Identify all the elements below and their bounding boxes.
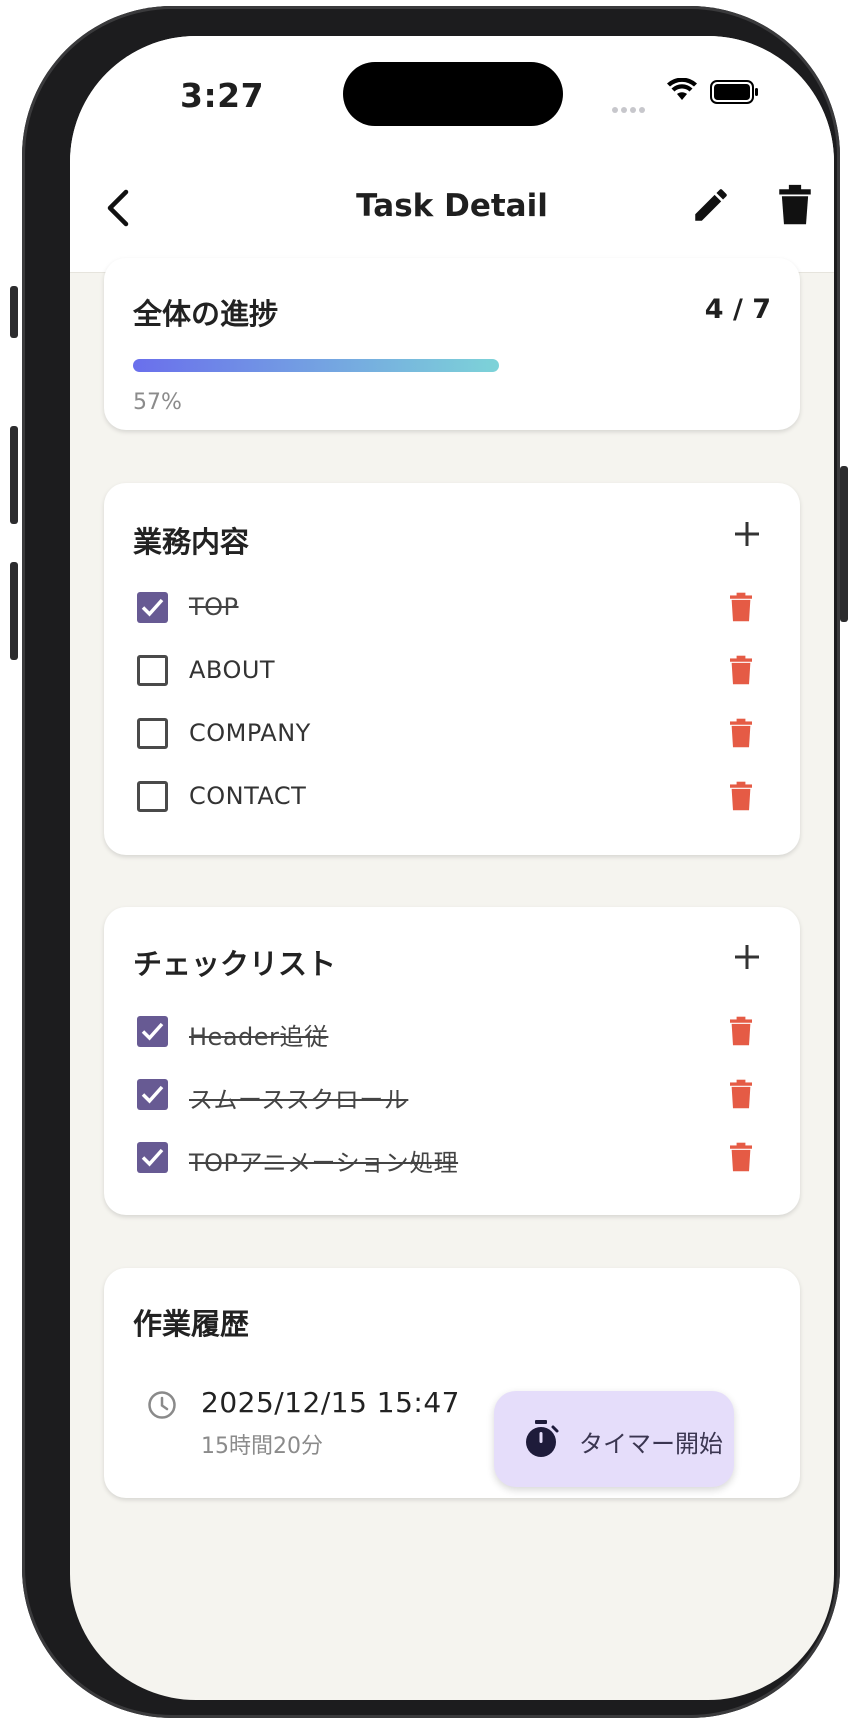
progress-title: 全体の進捗 (133, 297, 279, 331)
app-bar: Task Detail (70, 146, 834, 273)
mute-switch (10, 286, 18, 338)
task-label: TOP (189, 593, 239, 621)
check-icon (141, 1022, 164, 1041)
start-timer-button[interactable]: タイマー開始 (494, 1391, 734, 1487)
add-task-button[interactable] (732, 519, 762, 549)
task-label: CONTACT (189, 782, 307, 810)
checklist-item: Header追従 (104, 1003, 800, 1063)
delete-icon[interactable] (730, 1016, 752, 1046)
start-timer-label: タイマー開始 (579, 1430, 723, 1458)
checklist-item: スムーススクロール (104, 1066, 800, 1126)
task-label: ABOUT (189, 656, 276, 684)
progress-card: 全体の進捗 4 / 7 57% (104, 258, 800, 430)
delete-icon[interactable] (730, 781, 752, 811)
checklist-checkbox[interactable] (137, 1079, 168, 1110)
checklist-checkbox[interactable] (137, 1142, 168, 1173)
delete-icon[interactable] (730, 1142, 752, 1172)
progress-bar (133, 359, 499, 372)
history-date: 2025/12/15 15:47 (201, 1386, 460, 1419)
power-button (840, 466, 848, 622)
trash-icon[interactable] (776, 184, 814, 226)
delete-icon[interactable] (730, 1079, 752, 1109)
check-icon (141, 598, 164, 617)
task-checkbox[interactable] (137, 655, 168, 686)
delete-icon[interactable] (730, 592, 752, 622)
history-duration: 15時間20分 (201, 1434, 323, 1459)
checklist-title: チェックリスト (133, 947, 337, 981)
tasks-card: 業務内容 TOP ABOUT COMPANY CONTACT (104, 483, 800, 855)
dynamic-island (343, 62, 563, 126)
checklist-checkbox[interactable] (137, 1016, 168, 1047)
task-checkbox[interactable] (137, 718, 168, 749)
phone-frame: 3:27 Task Detail 全体の進捗 4 / 7 57% 業務内容 TO… (10, 6, 848, 1718)
clock-icon (148, 1391, 176, 1419)
checklist-label: Header追従 (189, 1023, 329, 1051)
status-time: 3:27 (180, 76, 265, 115)
task-item: TOP (104, 579, 800, 639)
screen: 3:27 Task Detail 全体の進捗 4 / 7 57% 業務内容 TO… (70, 36, 834, 1700)
task-label: COMPANY (189, 719, 311, 747)
battery-icon (710, 80, 758, 104)
delete-icon[interactable] (730, 718, 752, 748)
task-item: CONTACT (104, 768, 800, 828)
history-title: 作業履歴 (133, 1307, 250, 1341)
task-checkbox[interactable] (137, 592, 168, 623)
check-icon (141, 1148, 164, 1167)
checklist-label: スムーススクロール (189, 1086, 409, 1114)
task-item: ABOUT (104, 642, 800, 702)
checklist-card: チェックリスト Header追従 スムーススクロール TOPアニメーション処理 (104, 907, 800, 1215)
checklist-item: TOPアニメーション処理 (104, 1129, 800, 1189)
checklist-label: TOPアニメーション処理 (189, 1149, 459, 1177)
task-checkbox[interactable] (137, 781, 168, 812)
stopwatch-icon (526, 1420, 559, 1457)
check-icon (141, 1085, 164, 1104)
add-checklist-button[interactable] (732, 942, 762, 972)
volume-down-button (10, 562, 18, 660)
edit-icon[interactable] (690, 184, 732, 226)
progress-count: 4 / 7 (704, 294, 771, 325)
tasks-title: 業務内容 (133, 525, 250, 559)
delete-icon[interactable] (730, 655, 752, 685)
task-item: COMPANY (104, 705, 800, 765)
status-bar: 3:27 (70, 36, 834, 146)
signal-icon (612, 98, 648, 117)
progress-percent: 57% (133, 390, 182, 415)
wifi-icon (667, 78, 697, 100)
volume-up-button (10, 426, 18, 524)
